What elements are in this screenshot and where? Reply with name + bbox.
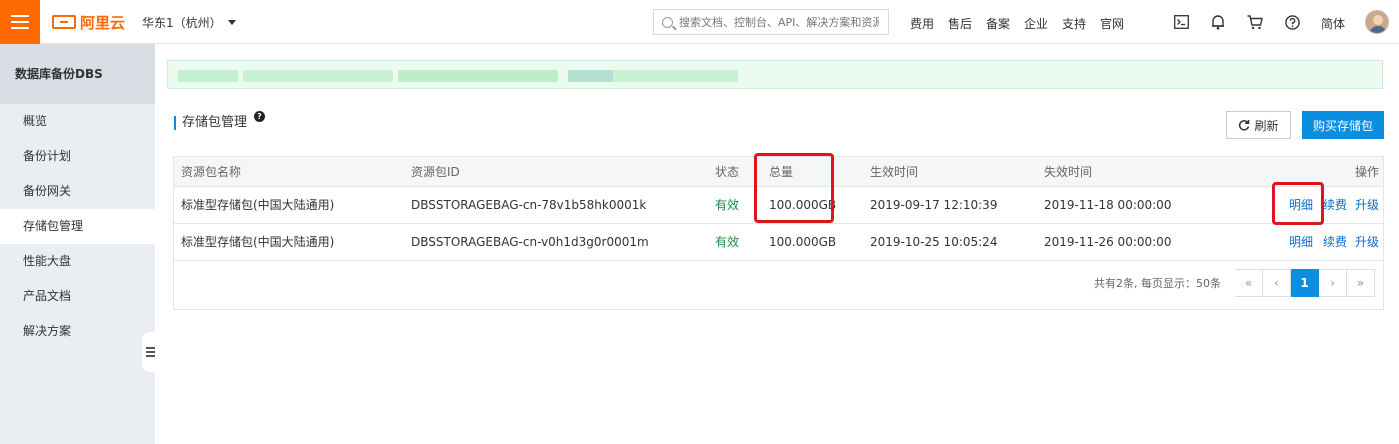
refresh-label: 刷新	[1254, 118, 1279, 133]
refresh-icon	[1239, 120, 1250, 131]
last-page-button[interactable]: »	[1347, 269, 1375, 297]
avatar[interactable]	[1365, 10, 1389, 34]
page-number-button[interactable]: 1	[1291, 269, 1319, 297]
pagination-info: 共有2条, 每页显示：50条	[1094, 277, 1221, 290]
table-row: 标准型存储包(中国大陆通用) DBSSTORAGEBAG-cn-78v1b58h…	[174, 187, 1383, 224]
cell-name: 标准型存储包(中国大陆通用)	[181, 198, 335, 212]
renew-link[interactable]: 续费	[1323, 235, 1347, 249]
sidebar: 数据库备份DBS 概览 备份计划 备份网关 存储包管理 性能大盘 产品文档 解决…	[0, 44, 155, 444]
search-box[interactable]	[653, 9, 889, 35]
cell-end-time: 2019-11-18 00:00:00	[1044, 198, 1172, 212]
nav-link-aftersales[interactable]: 售后	[948, 15, 986, 32]
cell-name: 标准型存储包(中国大陆通用)	[181, 235, 335, 249]
aliyun-logo-icon	[52, 15, 76, 29]
upgrade-link[interactable]: 升级	[1355, 198, 1379, 212]
sidebar-item-backup-plan[interactable]: 备份计划	[0, 139, 155, 174]
blurred-text	[568, 70, 613, 82]
table-header: 资源包名称 资源包ID 状态 总量 生效时间 失效时间 操作	[174, 157, 1383, 187]
sidebar-collapse-icon[interactable]	[142, 332, 158, 372]
renew-link[interactable]: 续费	[1323, 198, 1347, 212]
search-input[interactable]	[679, 15, 879, 29]
logo[interactable]: 阿里云	[52, 12, 125, 32]
first-page-button[interactable]: «	[1235, 269, 1263, 297]
detail-link[interactable]: 明细	[1289, 235, 1313, 249]
nav-link-support[interactable]: 支持	[1062, 15, 1100, 32]
sidebar-item-solutions[interactable]: 解决方案	[0, 314, 155, 349]
nav-link-billing[interactable]: 费用	[910, 15, 948, 32]
nav-link-icp[interactable]: 备案	[986, 15, 1024, 32]
brand-name: 阿里云	[80, 13, 126, 32]
buy-storage-button[interactable]: 购买存储包	[1302, 111, 1384, 139]
sidebar-item-overview[interactable]: 概览	[0, 104, 155, 139]
question-icon[interactable]: ?	[254, 111, 265, 122]
cart-icon[interactable]	[1246, 13, 1264, 31]
bell-icon[interactable]	[1209, 13, 1227, 31]
blurred-text	[178, 70, 238, 82]
search-icon	[662, 16, 673, 28]
cell-start-time: 2019-09-17 12:10:39	[870, 198, 998, 212]
cell-id: DBSSTORAGEBAG-cn-v0h1d3g0r0001m	[411, 235, 649, 249]
sidebar-item-docs[interactable]: 产品文档	[0, 279, 155, 314]
header-start-time: 生效时间	[870, 165, 919, 179]
language-switch[interactable]: 简体	[1321, 15, 1345, 32]
top-nav: 费用 售后 备案 企业 支持 官网	[910, 15, 1138, 32]
status-badge: 有效	[715, 198, 740, 212]
region-selector[interactable]: 华东1（杭州）	[142, 14, 236, 31]
header-total: 总量	[769, 165, 794, 179]
top-icons	[1172, 13, 1320, 31]
cell-total: 100.000GB	[769, 198, 837, 212]
storage-package-table: 资源包名称 资源包ID 状态 总量 生效时间 失效时间 操作 标准型存储包(中国…	[173, 156, 1384, 310]
detail-link[interactable]: 明细	[1289, 198, 1313, 212]
blurred-text	[398, 70, 558, 82]
header-status: 状态	[715, 165, 740, 179]
blurred-text	[243, 70, 393, 82]
header-name: 资源包名称	[181, 165, 242, 179]
cell-id: DBSSTORAGEBAG-cn-78v1b58hk0001k	[411, 198, 647, 212]
next-page-button[interactable]: ›	[1319, 269, 1347, 297]
refresh-button[interactable]: 刷新	[1226, 111, 1291, 139]
cell-end-time: 2019-11-26 00:00:00	[1044, 235, 1172, 249]
header-end-time: 失效时间	[1044, 165, 1093, 179]
region-label: 华东1（杭州）	[142, 16, 222, 30]
terminal-icon[interactable]	[1172, 13, 1190, 31]
header-operations: 操作	[1355, 165, 1380, 179]
prev-page-button[interactable]: ‹	[1263, 269, 1291, 297]
sidebar-item-storage-package[interactable]: 存储包管理	[0, 209, 155, 244]
caret-down-icon	[227, 20, 236, 25]
upgrade-link[interactable]: 升级	[1355, 235, 1379, 249]
status-badge: 有效	[715, 235, 740, 249]
menu-icon[interactable]	[0, 0, 40, 44]
page-title: 存储包管理	[174, 116, 247, 130]
top-bar: 阿里云 华东1（杭州） 费用 售后 备案 企业 支持 官网 简体	[0, 0, 1399, 44]
cell-total: 100.000GB	[769, 235, 837, 249]
sidebar-item-backup-gateway[interactable]: 备份网关	[0, 174, 155, 209]
sidebar-item-performance[interactable]: 性能大盘	[0, 244, 155, 279]
table-row: 标准型存储包(中国大陆通用) DBSSTORAGEBAG-cn-v0h1d3g0…	[174, 224, 1383, 261]
notice-banner	[167, 60, 1383, 89]
pagination: 共有2条, 每页显示：50条 « ‹ 1 › »	[1094, 269, 1375, 297]
header-id: 资源包ID	[411, 165, 460, 179]
sidebar-title: 数据库备份DBS	[0, 44, 155, 104]
nav-link-enterprise[interactable]: 企业	[1024, 15, 1062, 32]
cell-start-time: 2019-10-25 10:05:24	[870, 235, 998, 249]
help-circle-icon[interactable]	[1283, 13, 1301, 31]
nav-link-official[interactable]: 官网	[1100, 15, 1138, 32]
